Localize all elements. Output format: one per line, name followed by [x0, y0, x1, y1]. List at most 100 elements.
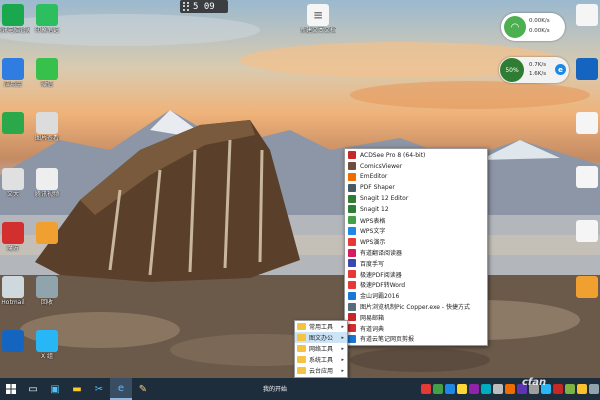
submenu-item[interactable]: 有道词典 [345, 323, 487, 334]
desktop-icon[interactable]: 魔方 [0, 222, 30, 252]
category-menu-item[interactable]: 云台应用 ▸ [295, 365, 347, 376]
category-menu-item[interactable]: 系统工具 ▸ [295, 354, 347, 365]
submenu-item[interactable]: 图片浏览机制Pic Copper.exe - 快捷方式 [345, 301, 487, 312]
app-icon [348, 205, 356, 214]
desktop-icon[interactable]: 文大 [0, 168, 30, 198]
app-icon [348, 151, 356, 160]
desktop-icon[interactable]: 图片查看 [30, 112, 64, 142]
submenu-item[interactable]: PDF Shaper [345, 182, 487, 193]
desktop-icon[interactable] [574, 276, 600, 299]
tray-app-icon[interactable] [445, 384, 455, 394]
download-speed: 0.7K/s [529, 62, 547, 68]
submenu-item[interactable]: EmEditor [345, 172, 487, 183]
category-menu-item[interactable]: 图文办公 ▸ [295, 332, 347, 343]
edge-icon[interactable]: e [110, 378, 132, 400]
taskbar-start-label[interactable]: 我的开始 [263, 384, 287, 393]
submenu-item[interactable]: Snagit 12 [345, 204, 487, 215]
submenu-item[interactable]: 金山词霸2016 [345, 290, 487, 301]
desktop-icon[interactable] [0, 330, 30, 353]
start-icon[interactable] [0, 378, 22, 400]
browser-icon[interactable]: e [555, 64, 566, 75]
desktop-icon-label: Hotmail [1, 299, 25, 306]
desktop-icon[interactable]: 腾讯电脑管家 [0, 4, 30, 34]
submenu-item[interactable]: WPS表格 [345, 215, 487, 226]
submenu-item[interactable]: WPS演示 [345, 236, 487, 247]
app-icon [348, 291, 356, 300]
app-icon [348, 237, 356, 246]
submenu-item-label: 有道云笔记网页剪报 [360, 336, 415, 344]
desktop-icon-label: 腾讯电脑管家 [0, 27, 30, 34]
tray-app-icon[interactable] [577, 384, 587, 394]
desktop-icon[interactable] [574, 58, 600, 81]
shield-icon [2, 4, 24, 26]
submenu-item-label: Snagit 12 [360, 205, 389, 213]
tray-app-icon[interactable] [553, 384, 563, 394]
desktop-icon[interactable]: 微信 [30, 58, 64, 88]
app-icon [348, 194, 356, 203]
download-speed: 0.00K/s [529, 18, 550, 24]
desktop-icon-label: 新建文本文档 [300, 27, 336, 34]
desktop-icon[interactable]: X 组 [30, 330, 64, 360]
desktop-icon[interactable]: 应用宝 [0, 58, 30, 88]
desktop-icon[interactable] [574, 220, 600, 243]
submenu-item[interactable]: 百度手写 [345, 258, 487, 269]
desktop-icon[interactable]: 腾讯视频 [30, 168, 64, 198]
desktop-icon[interactable] [574, 4, 600, 27]
category-menu-item[interactable]: 网络工具 ▸ [295, 343, 347, 354]
desktop-icon[interactable] [574, 112, 600, 135]
tray-app-icon[interactable] [589, 384, 599, 394]
category-menu-item[interactable]: 常用工具 ▸ [295, 321, 347, 332]
desktop-icon-text-document[interactable]: ≡ 新建文本文档 [300, 4, 336, 34]
desktop-icon[interactable]: 回收 [30, 276, 64, 306]
explorer-icon[interactable]: ▬ [66, 378, 88, 400]
submenu-item[interactable]: 极速PDF转Word [345, 280, 487, 291]
file-icon [576, 112, 598, 134]
folder-icon [576, 276, 598, 298]
desktop-icon[interactable] [574, 166, 600, 189]
evernote-icon [36, 4, 58, 26]
app-icon [348, 259, 356, 268]
app-icon [348, 313, 356, 322]
network-speed-widget[interactable]: ◠ 0.00K/s 0.00K/s [501, 13, 565, 41]
tray-app-icon[interactable] [481, 384, 491, 394]
tray-app-icon[interactable] [565, 384, 575, 394]
tray-app-icon[interactable] [469, 384, 479, 394]
network-monitor-widget[interactable]: 50% 0.7K/s 1.6K/s e [499, 57, 569, 83]
desktop-icon[interactable] [30, 222, 64, 245]
submenu-item[interactable]: 有道云笔记网页剪报 [345, 334, 487, 345]
store-icon[interactable]: ▣ [44, 378, 66, 400]
submenu-item[interactable]: 极速PDF阅读器 [345, 269, 487, 280]
app-icon [348, 183, 356, 192]
submenu-item-label: EmEditor [360, 173, 388, 181]
tray-app-icon[interactable] [457, 384, 467, 394]
screenshot-icon[interactable]: ✂ [88, 378, 110, 400]
submenu-item[interactable]: 网易邮箱 [345, 312, 487, 323]
app-icon [348, 324, 356, 333]
submenu-item[interactable]: ComicsViewer [345, 161, 487, 172]
tray-app-icon[interactable] [433, 384, 443, 394]
tray-app-icon[interactable] [421, 384, 431, 394]
desktop-icon[interactable] [0, 112, 30, 135]
submenu-item-label: 金山词霸2016 [360, 293, 400, 301]
file-icon [36, 168, 58, 190]
task-view-icon[interactable]: ▭ [22, 378, 44, 400]
desktop-icon[interactable]: 印象笔记 [30, 4, 64, 34]
submenu-item-label: Snagit 12 Editor [360, 195, 409, 203]
tray-app-icon[interactable] [493, 384, 503, 394]
folder-icon [297, 356, 306, 363]
category-menu-label: 云台应用 [309, 368, 334, 375]
tray-app-icon[interactable] [505, 384, 515, 394]
desktop-icon-label: 图片查看 [34, 135, 59, 142]
grid-icon [2, 58, 24, 80]
submenu-item[interactable]: 有道翻译阅读器 [345, 247, 487, 258]
file-icon [576, 166, 598, 188]
submenu-item[interactable]: WPS文字 [345, 226, 487, 237]
mail-icon [2, 276, 24, 298]
submenu-item[interactable]: ACDSee Pro 8 (64-bit) [345, 150, 487, 161]
clock-widget[interactable]: 5 09 [180, 0, 228, 13]
submenu-item[interactable]: Snagit 12 Editor [345, 193, 487, 204]
app-icon [348, 216, 356, 225]
recycle-icon [36, 276, 58, 298]
notes-icon[interactable]: ✎ [132, 378, 154, 400]
desktop-icon[interactable]: Hotmail [0, 276, 30, 306]
